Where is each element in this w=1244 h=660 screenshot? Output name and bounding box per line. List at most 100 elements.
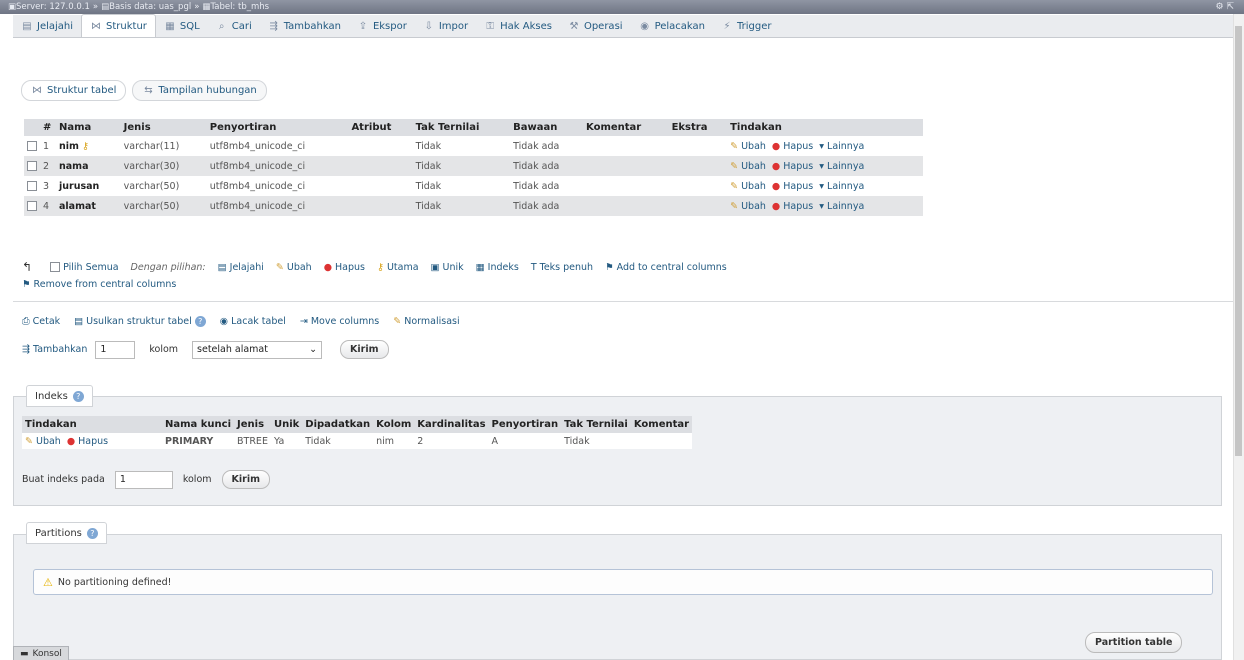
- edit-link[interactable]: ✎ Ubah: [730, 201, 766, 212]
- bulk-browse-button[interactable]: ▤ Jelajahi: [218, 262, 264, 273]
- remove-central-columns-button[interactable]: ⚑ Remove from central columns: [22, 279, 176, 290]
- edit-link[interactable]: ✎ Ubah: [730, 181, 766, 192]
- index-comment: [630, 433, 693, 449]
- normalize-link[interactable]: ✎ Normalisasi: [393, 316, 459, 327]
- breadcrumb: ▣ Server: 127.0.0.1 » ▤ Basis data: uas_…: [0, 0, 1244, 14]
- add-columns-position-select[interactable]: setelah alamat ⌄: [192, 340, 323, 359]
- add-columns-count-input[interactable]: 1: [95, 340, 136, 359]
- subtab-relation-view[interactable]: ⇆ Tampilan hubungan: [132, 80, 267, 101]
- col-header-comments[interactable]: Komentar: [583, 119, 669, 136]
- tab-insert[interactable]: ⇶ Tambahkan: [260, 15, 349, 37]
- wrench-icon: ⚒: [569, 20, 579, 32]
- create-index-count-input[interactable]: 1: [114, 470, 173, 489]
- main-tabs: ▤ Jelajahi ⋈ Struktur ▦ SQL ⌕ Cari ⇶ Tambahka…: [13, 14, 1233, 38]
- print-link[interactable]: ⎙ Cetak: [22, 316, 60, 327]
- bulk-fulltext-button[interactable]: T Teks penuh: [531, 262, 593, 273]
- partition-table-button[interactable]: Partition table: [1085, 632, 1183, 653]
- move-columns-link[interactable]: ⇥ Move columns: [300, 316, 379, 327]
- more-dropdown[interactable]: ▾ Lainnya: [819, 141, 864, 152]
- col-header-name[interactable]: Nama: [56, 119, 121, 136]
- help-icon[interactable]: ?: [72, 390, 84, 402]
- chevron-down-icon: ▾: [819, 160, 824, 172]
- idx-header-action: Tindakan: [22, 416, 162, 433]
- subtab-table-structure[interactable]: ⋈ Struktur tabel: [21, 80, 127, 101]
- col-header-extra[interactable]: Ekstra: [668, 119, 728, 136]
- index-delete-link[interactable]: ● Hapus: [67, 436, 108, 447]
- browse-icon: ▤: [217, 261, 230, 273]
- tab-privileges[interactable]: ⚿ Hak Akses: [476, 15, 560, 37]
- more-dropdown[interactable]: ▾ Lainnya: [819, 201, 864, 212]
- breadcrumb-server[interactable]: Server: 127.0.0.1: [16, 0, 90, 14]
- tab-browse[interactable]: ▤ Jelajahi: [13, 15, 81, 37]
- index-unique: Ya: [270, 433, 303, 449]
- tab-operations[interactable]: ⚒ Operasi: [560, 15, 631, 37]
- tab-import[interactable]: ⇩ Impor: [415, 15, 476, 37]
- row-checkbox[interactable]: [27, 181, 37, 191]
- check-all[interactable]: Pilih Semua: [50, 262, 119, 273]
- col-header-null[interactable]: Tak Ternilai: [412, 119, 511, 136]
- delete-link[interactable]: ● Hapus: [772, 161, 813, 172]
- delete-link[interactable]: ● Hapus: [772, 181, 813, 192]
- index-icon: ▦: [475, 261, 488, 273]
- column-default: Tidak ada: [510, 156, 584, 176]
- bulk-delete-button[interactable]: ● Hapus: [324, 262, 365, 273]
- scrollbar-thumb[interactable]: [1235, 26, 1242, 456]
- index-packed: Tidak: [302, 433, 374, 449]
- pencil-icon: ✎: [25, 435, 33, 447]
- add-columns-submit-button[interactable]: Kirim: [340, 340, 389, 359]
- col-header-attributes[interactable]: Atribut: [348, 119, 413, 136]
- edit-link[interactable]: ✎ Ubah: [730, 141, 766, 152]
- trigger-icon: ⚡: [723, 20, 731, 32]
- col-header-collation[interactable]: Penyortiran: [206, 119, 349, 136]
- chevron-down-icon: ▾: [819, 180, 824, 192]
- col-header-type[interactable]: Jenis: [120, 119, 207, 136]
- delete-link[interactable]: ● Hapus: [772, 141, 813, 152]
- delete-link[interactable]: ● Hapus: [772, 201, 813, 212]
- row-checkbox[interactable]: [27, 161, 37, 171]
- bulk-unique-button[interactable]: ▣ Unik: [431, 262, 464, 273]
- create-index-submit-button[interactable]: Kirim: [221, 470, 270, 489]
- no-partitioning-notice: ⚠ No partitioning defined!: [33, 569, 1213, 595]
- help-icon[interactable]: ?: [194, 316, 206, 327]
- tab-tracking[interactable]: ◉ Pelacakan: [631, 15, 713, 37]
- no-partitioning-message: No partitioning defined!: [57, 576, 172, 588]
- add-central-columns-button[interactable]: ⚑ Add to central columns: [605, 262, 727, 273]
- tab-sql[interactable]: ▦ SQL: [156, 15, 208, 37]
- row-checkbox[interactable]: [27, 201, 37, 211]
- bulk-primary-button[interactable]: ⚷ Utama: [377, 262, 419, 273]
- table-row: 4 alamat varchar(50) utf8mb4_unicode_ci …: [24, 196, 923, 216]
- edit-link[interactable]: ✎ Ubah: [730, 161, 766, 172]
- track-table-link[interactable]: ◉ Lacak tabel: [220, 316, 286, 327]
- check-all-checkbox[interactable]: [50, 262, 61, 272]
- insert-icon: ⇶: [22, 344, 33, 355]
- col-header-default[interactable]: Bawaan: [510, 119, 584, 136]
- column-collation: utf8mb4_unicode_ci: [206, 196, 349, 216]
- tab-search[interactable]: ⌕ Cari: [208, 15, 260, 37]
- index-type: BTREE: [234, 433, 271, 449]
- console-toggle[interactable]: ▬ Konsol: [13, 646, 69, 660]
- bulk-edit-button[interactable]: ✎ Ubah: [276, 262, 312, 273]
- propose-structure-link[interactable]: ▤ Usulkan struktur tabel ?: [74, 316, 206, 327]
- delete-icon: ●: [66, 435, 76, 447]
- warning-icon: ⚠: [43, 575, 53, 589]
- relation-icon: ⇆: [144, 85, 153, 96]
- tab-export[interactable]: ⇪ Ekspor: [349, 15, 415, 37]
- breadcrumb-table[interactable]: Tabel: tb_mhs: [210, 0, 269, 14]
- tab-triggers[interactable]: ⚡ Trigger: [713, 15, 780, 37]
- column-type: varchar(50): [120, 176, 207, 196]
- table-tools: ⎙ Cetak ▤ Usulkan struktur tabel ? ◉ Lac…: [22, 316, 460, 327]
- more-dropdown[interactable]: ▾ Lainnya: [819, 181, 864, 192]
- more-dropdown[interactable]: ▾ Lainnya: [819, 161, 864, 172]
- tab-structure[interactable]: ⋈ Struktur: [81, 14, 156, 37]
- create-index-label: Buat indeks pada: [22, 474, 105, 485]
- idx-header-packed: Dipadatkan: [302, 416, 374, 433]
- help-icon[interactable]: ?: [86, 527, 98, 539]
- fulltext-icon: T: [530, 261, 540, 273]
- index-edit-link[interactable]: ✎ Ubah: [25, 436, 61, 447]
- bulk-index-button[interactable]: ▦ Indeks: [476, 262, 519, 273]
- settings-gear-icon[interactable]: ⚙ ⇱: [1216, 0, 1234, 14]
- console-icon: ▬: [20, 648, 29, 659]
- breadcrumb-database[interactable]: Basis data: uas_pgl: [109, 0, 191, 14]
- column-type: varchar(11): [120, 136, 207, 156]
- row-checkbox[interactable]: [27, 141, 37, 151]
